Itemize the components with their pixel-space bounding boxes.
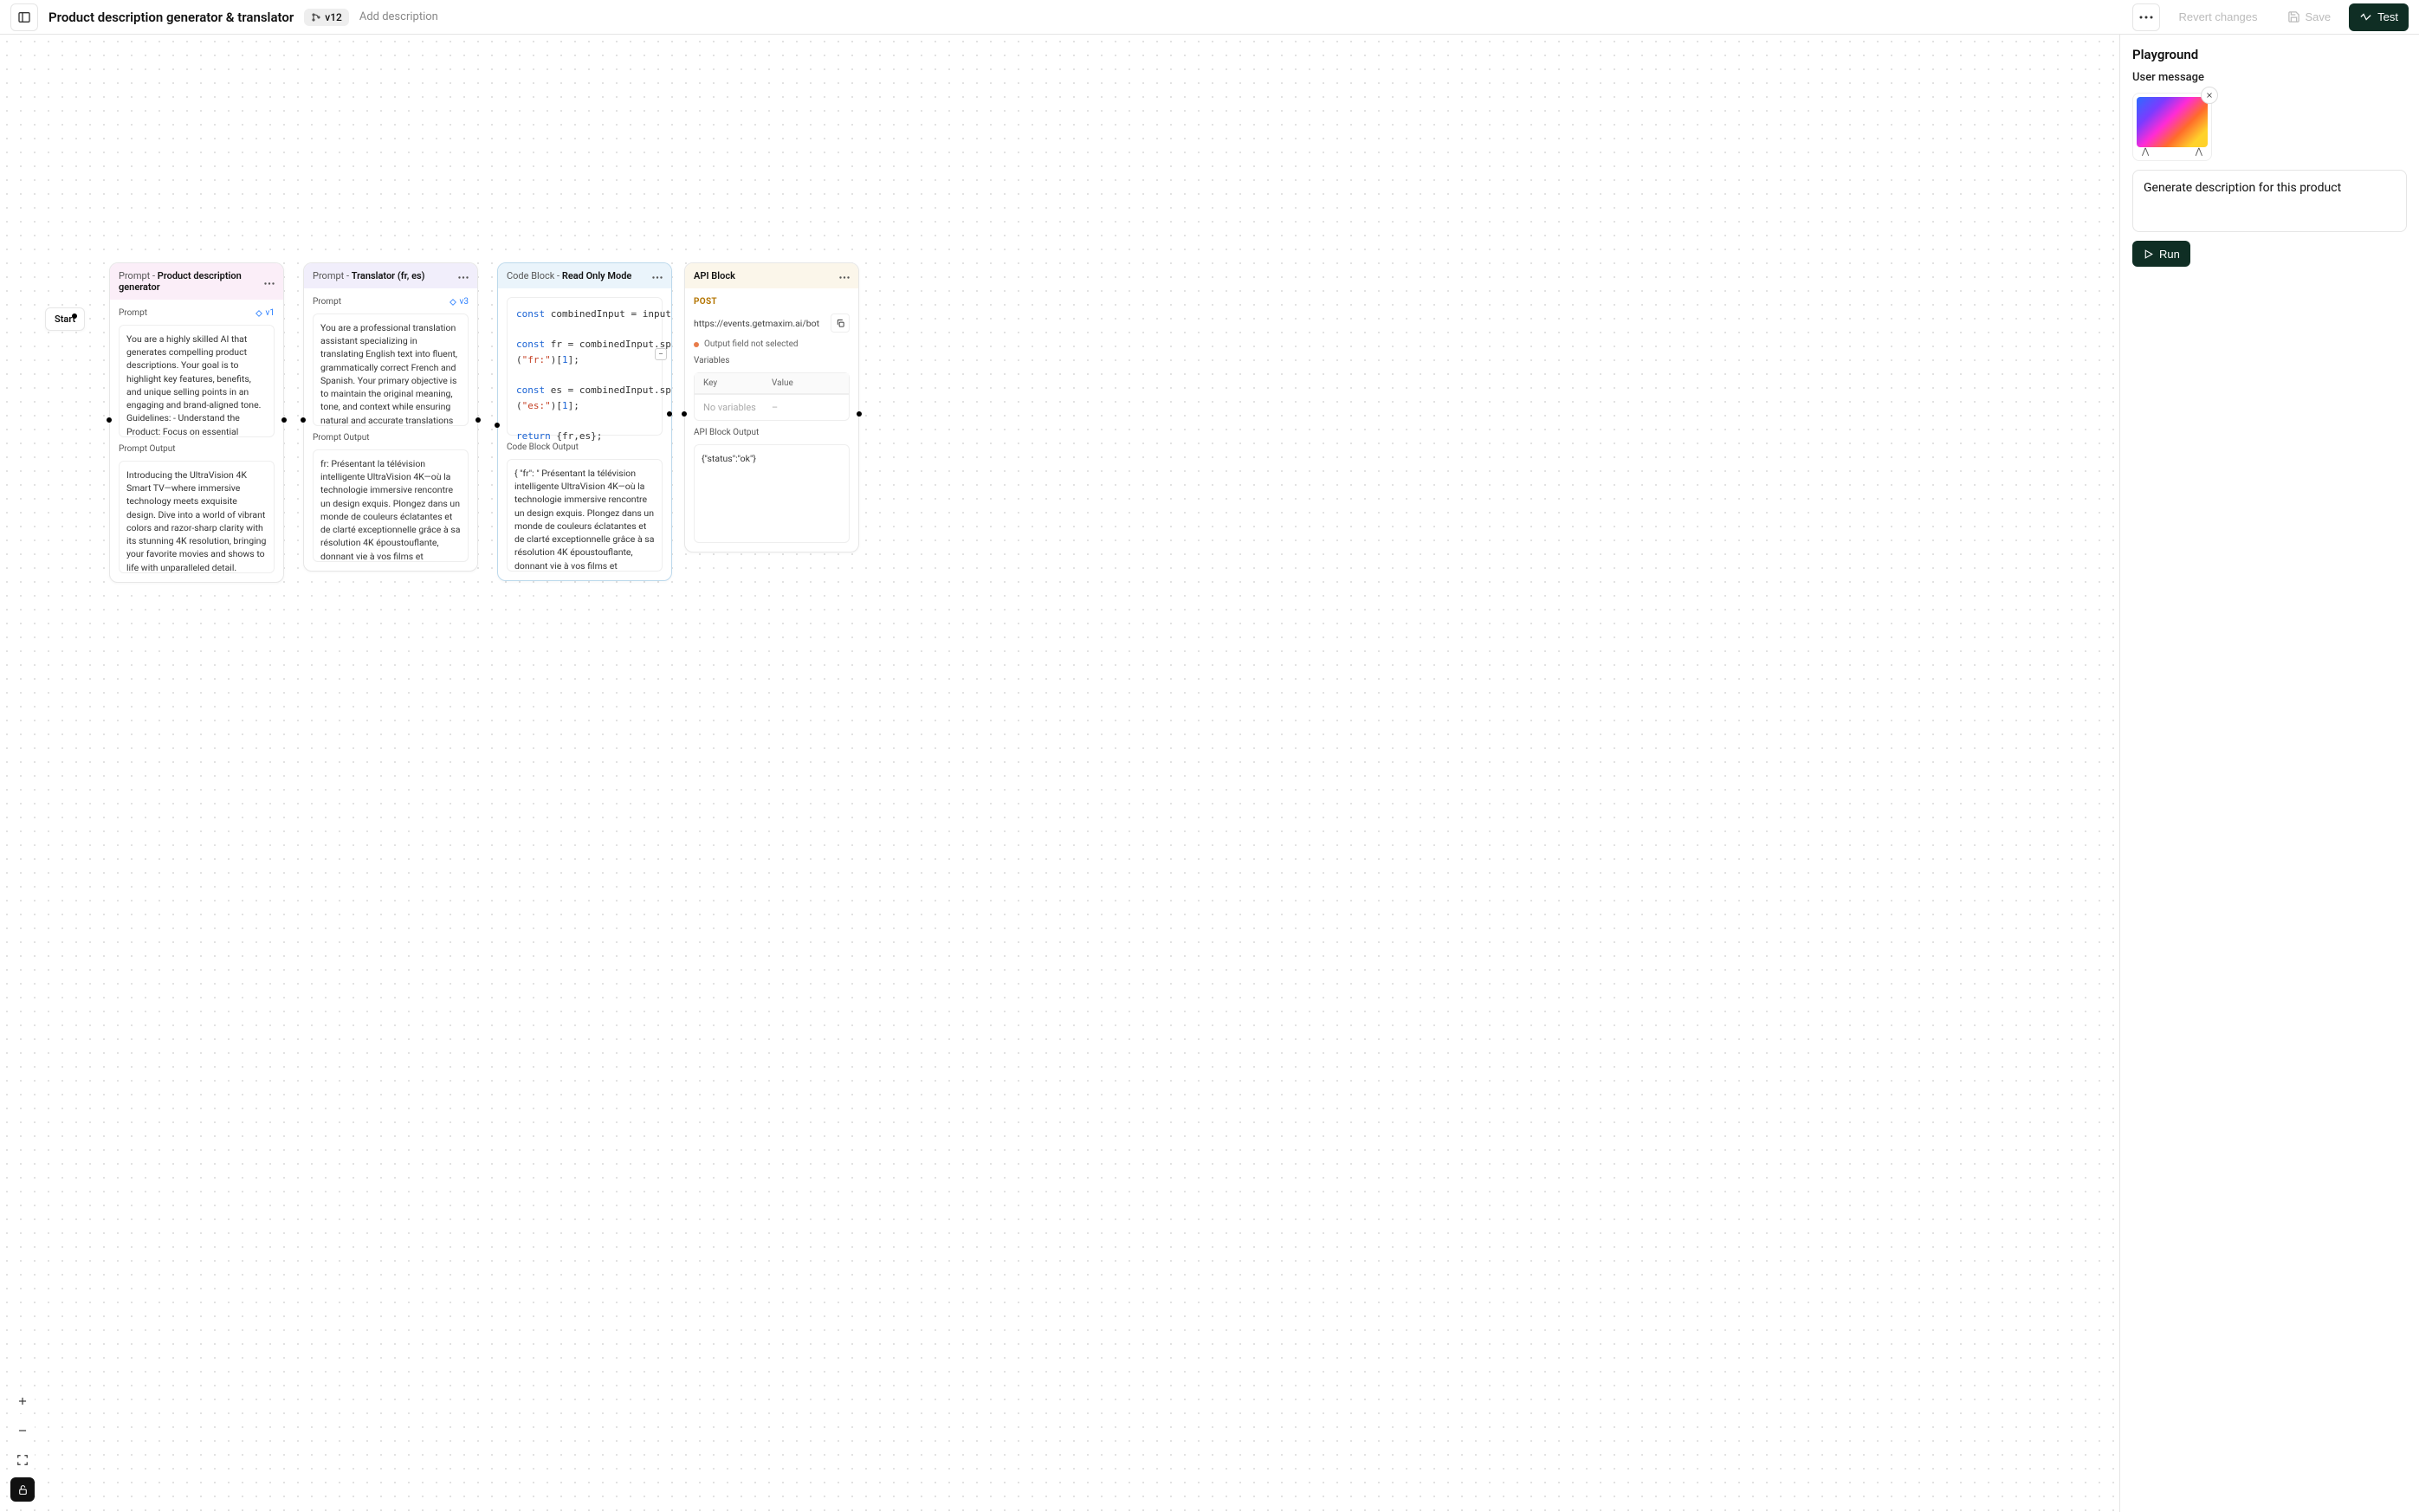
user-message-input[interactable]: Generate description for this product [2132, 170, 2407, 232]
api-method: POST [694, 297, 850, 307]
revert-button: Revert changes [2167, 3, 2268, 31]
node-header: Prompt - Translator (fr, es) [304, 263, 477, 288]
remove-attachment-button[interactable] [2201, 87, 2218, 104]
node-header: Code Block - Read Only Mode [498, 263, 671, 288]
page-title: Product description generator & translat… [49, 10, 294, 25]
code-output: { "fr": " Présentant la télévision intel… [507, 459, 663, 572]
port[interactable] [72, 313, 77, 319]
prompt-node-translator[interactable]: Prompt - Translator (fr, es) Prompt v3 [303, 262, 478, 572]
start-node[interactable]: Start [45, 307, 85, 331]
edges-layer [0, 35, 260, 165]
top-bar: Product description generator & translat… [0, 0, 2419, 35]
code-content: const combinedInput = input; const fr = … [507, 297, 663, 436]
more-menu-button[interactable] [2132, 3, 2160, 31]
copy-url-button[interactable] [831, 313, 850, 333]
port[interactable] [667, 411, 672, 417]
port[interactable] [107, 417, 112, 423]
zoom-controls [10, 1389, 35, 1502]
user-message-label: User message [2132, 71, 2407, 84]
attachment-image [2137, 97, 2208, 147]
status-message: Output field not selected [704, 339, 799, 349]
test-button[interactable]: Test [2349, 3, 2409, 31]
api-block-node[interactable]: API Block POST https://events.getmaxim.a… [684, 262, 859, 552]
port[interactable] [495, 423, 500, 428]
remove-connection-button[interactable]: − [655, 348, 667, 360]
node-header: Prompt - Product description generator [110, 263, 283, 300]
sidebar-toggle-button[interactable] [10, 3, 38, 31]
node-more-icon[interactable] [652, 270, 663, 281]
node-header: API Block [685, 263, 858, 288]
version-label: v12 [325, 11, 342, 23]
code-block-node[interactable]: Code Block - Read Only Mode const combin… [497, 262, 672, 581]
canvas-area[interactable]: Start Prompt - Product description gener… [0, 35, 2120, 1512]
api-output: {"status":"ok"} [694, 444, 850, 543]
variables-empty-row: No variables– [694, 395, 850, 421]
prompt-text: You are a highly skilled AI that generat… [119, 325, 275, 437]
playground-title: Playground [2132, 47, 2407, 62]
add-description-link[interactable]: Add description [359, 10, 438, 23]
zoom-in-button[interactable] [10, 1389, 35, 1413]
save-button: Save [2276, 3, 2343, 31]
port[interactable] [682, 411, 687, 417]
node-more-icon[interactable] [458, 270, 469, 281]
port[interactable] [857, 411, 862, 417]
version-chip[interactable]: v12 [304, 9, 349, 26]
prompt-text: You are a professional translation assis… [313, 313, 469, 426]
status-dot-icon [694, 342, 699, 347]
node-more-icon[interactable] [264, 276, 275, 288]
prompt-node-generator[interactable]: Prompt - Product description generator P… [109, 262, 284, 583]
api-url: https://events.getmaxim.ai/bot [694, 318, 825, 329]
prompt-version-tag[interactable]: v1 [255, 308, 275, 318]
port[interactable] [475, 417, 481, 423]
run-button[interactable]: Run [2132, 241, 2190, 267]
zoom-out-button[interactable] [10, 1418, 35, 1443]
port[interactable] [301, 417, 306, 423]
lock-button[interactable] [10, 1477, 35, 1502]
prompt-output: Introducing the UltraVision 4K Smart TV—… [119, 461, 275, 573]
playground-panel: Playground User message ⋀⋀ Generate desc… [2120, 35, 2419, 1512]
prompt-version-tag[interactable]: v3 [449, 297, 469, 307]
port[interactable] [281, 417, 287, 423]
node-more-icon[interactable] [839, 270, 850, 281]
prompt-output: fr: Présentant la télévision intelligent… [313, 449, 469, 562]
fit-view-button[interactable] [10, 1448, 35, 1472]
variables-table: KeyValue [694, 372, 850, 395]
attachment-thumbnail[interactable]: ⋀⋀ [2132, 93, 2212, 161]
